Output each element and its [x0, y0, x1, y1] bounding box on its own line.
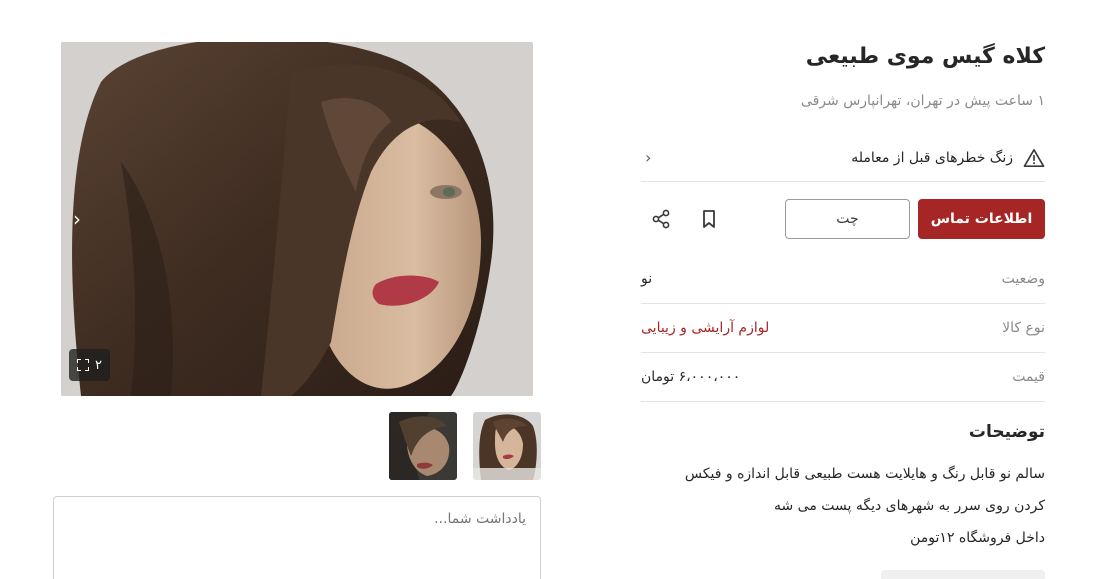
chevron-right-icon: › [73, 207, 81, 231]
listing-title: کلاه گیس موی طبیعی [805, 44, 1045, 69]
chevron-left-icon: ‹ [645, 148, 652, 167]
note-textarea[interactable] [53, 496, 541, 579]
detail-label: قیمت [1012, 369, 1045, 385]
action-bar: اطلاعات تماس چت [641, 199, 1045, 239]
detail-row-category: نوع کالا لوازم آرایشی و زیبایی [641, 304, 1045, 353]
category-link[interactable]: لوازم آرایشی و زیبایی [641, 320, 769, 336]
fullscreen-button[interactable]: ۲ [69, 349, 110, 381]
detail-label: نوع کالا [1002, 320, 1045, 336]
breadcrumb [684, 0, 1044, 6]
contact-info-button[interactable]: اطلاعات تماس [918, 199, 1045, 239]
gallery-prev-button[interactable]: › [65, 204, 89, 234]
bookmark-icon[interactable] [697, 207, 721, 231]
main-image[interactable]: › ۲ [61, 42, 533, 396]
bottom-button-stub[interactable] [881, 570, 1045, 579]
thumbnail-2[interactable] [389, 412, 457, 480]
safety-tips-row[interactable]: زنگ خطرهای قبل از معامله ‹ [641, 134, 1045, 182]
expand-icon [77, 359, 89, 371]
share-icon[interactable] [649, 207, 673, 231]
safety-tips-label: زنگ خطرهای قبل از معامله [851, 149, 1013, 166]
wig-photo [61, 42, 533, 396]
price-value: ۶،۰۰۰،۰۰۰ تومان [641, 369, 741, 385]
description-body: سالم نو قابل رنگ و هایلایت هست طبیعی قاب… [641, 458, 1045, 554]
thumbnail-strip [389, 412, 541, 480]
detail-label: وضعیت [1001, 271, 1045, 287]
detail-row-condition: وضعیت نو [641, 255, 1045, 304]
image-count: ۲ [95, 357, 102, 373]
description-title: توضیحات [968, 422, 1045, 442]
description-line: کردن روی سرر به شهرهای دیگه پست می شه [773, 498, 1045, 514]
description-line: سالم نو قابل رنگ و هایلایت هست طبیعی قاب… [684, 466, 1045, 482]
detail-row-price: قیمت ۶،۰۰۰،۰۰۰ تومان [641, 353, 1045, 402]
chat-button[interactable]: چت [785, 199, 910, 239]
description-line: داخل فروشگاه ۱۲تومن [910, 530, 1045, 546]
warning-triangle-icon [1023, 148, 1045, 167]
detail-value: نو [641, 271, 653, 287]
listing-time-location: ۱ ساعت پیش در تهران، تهرانپارس شرقی [800, 93, 1045, 109]
thumbnail-1[interactable] [473, 412, 541, 480]
